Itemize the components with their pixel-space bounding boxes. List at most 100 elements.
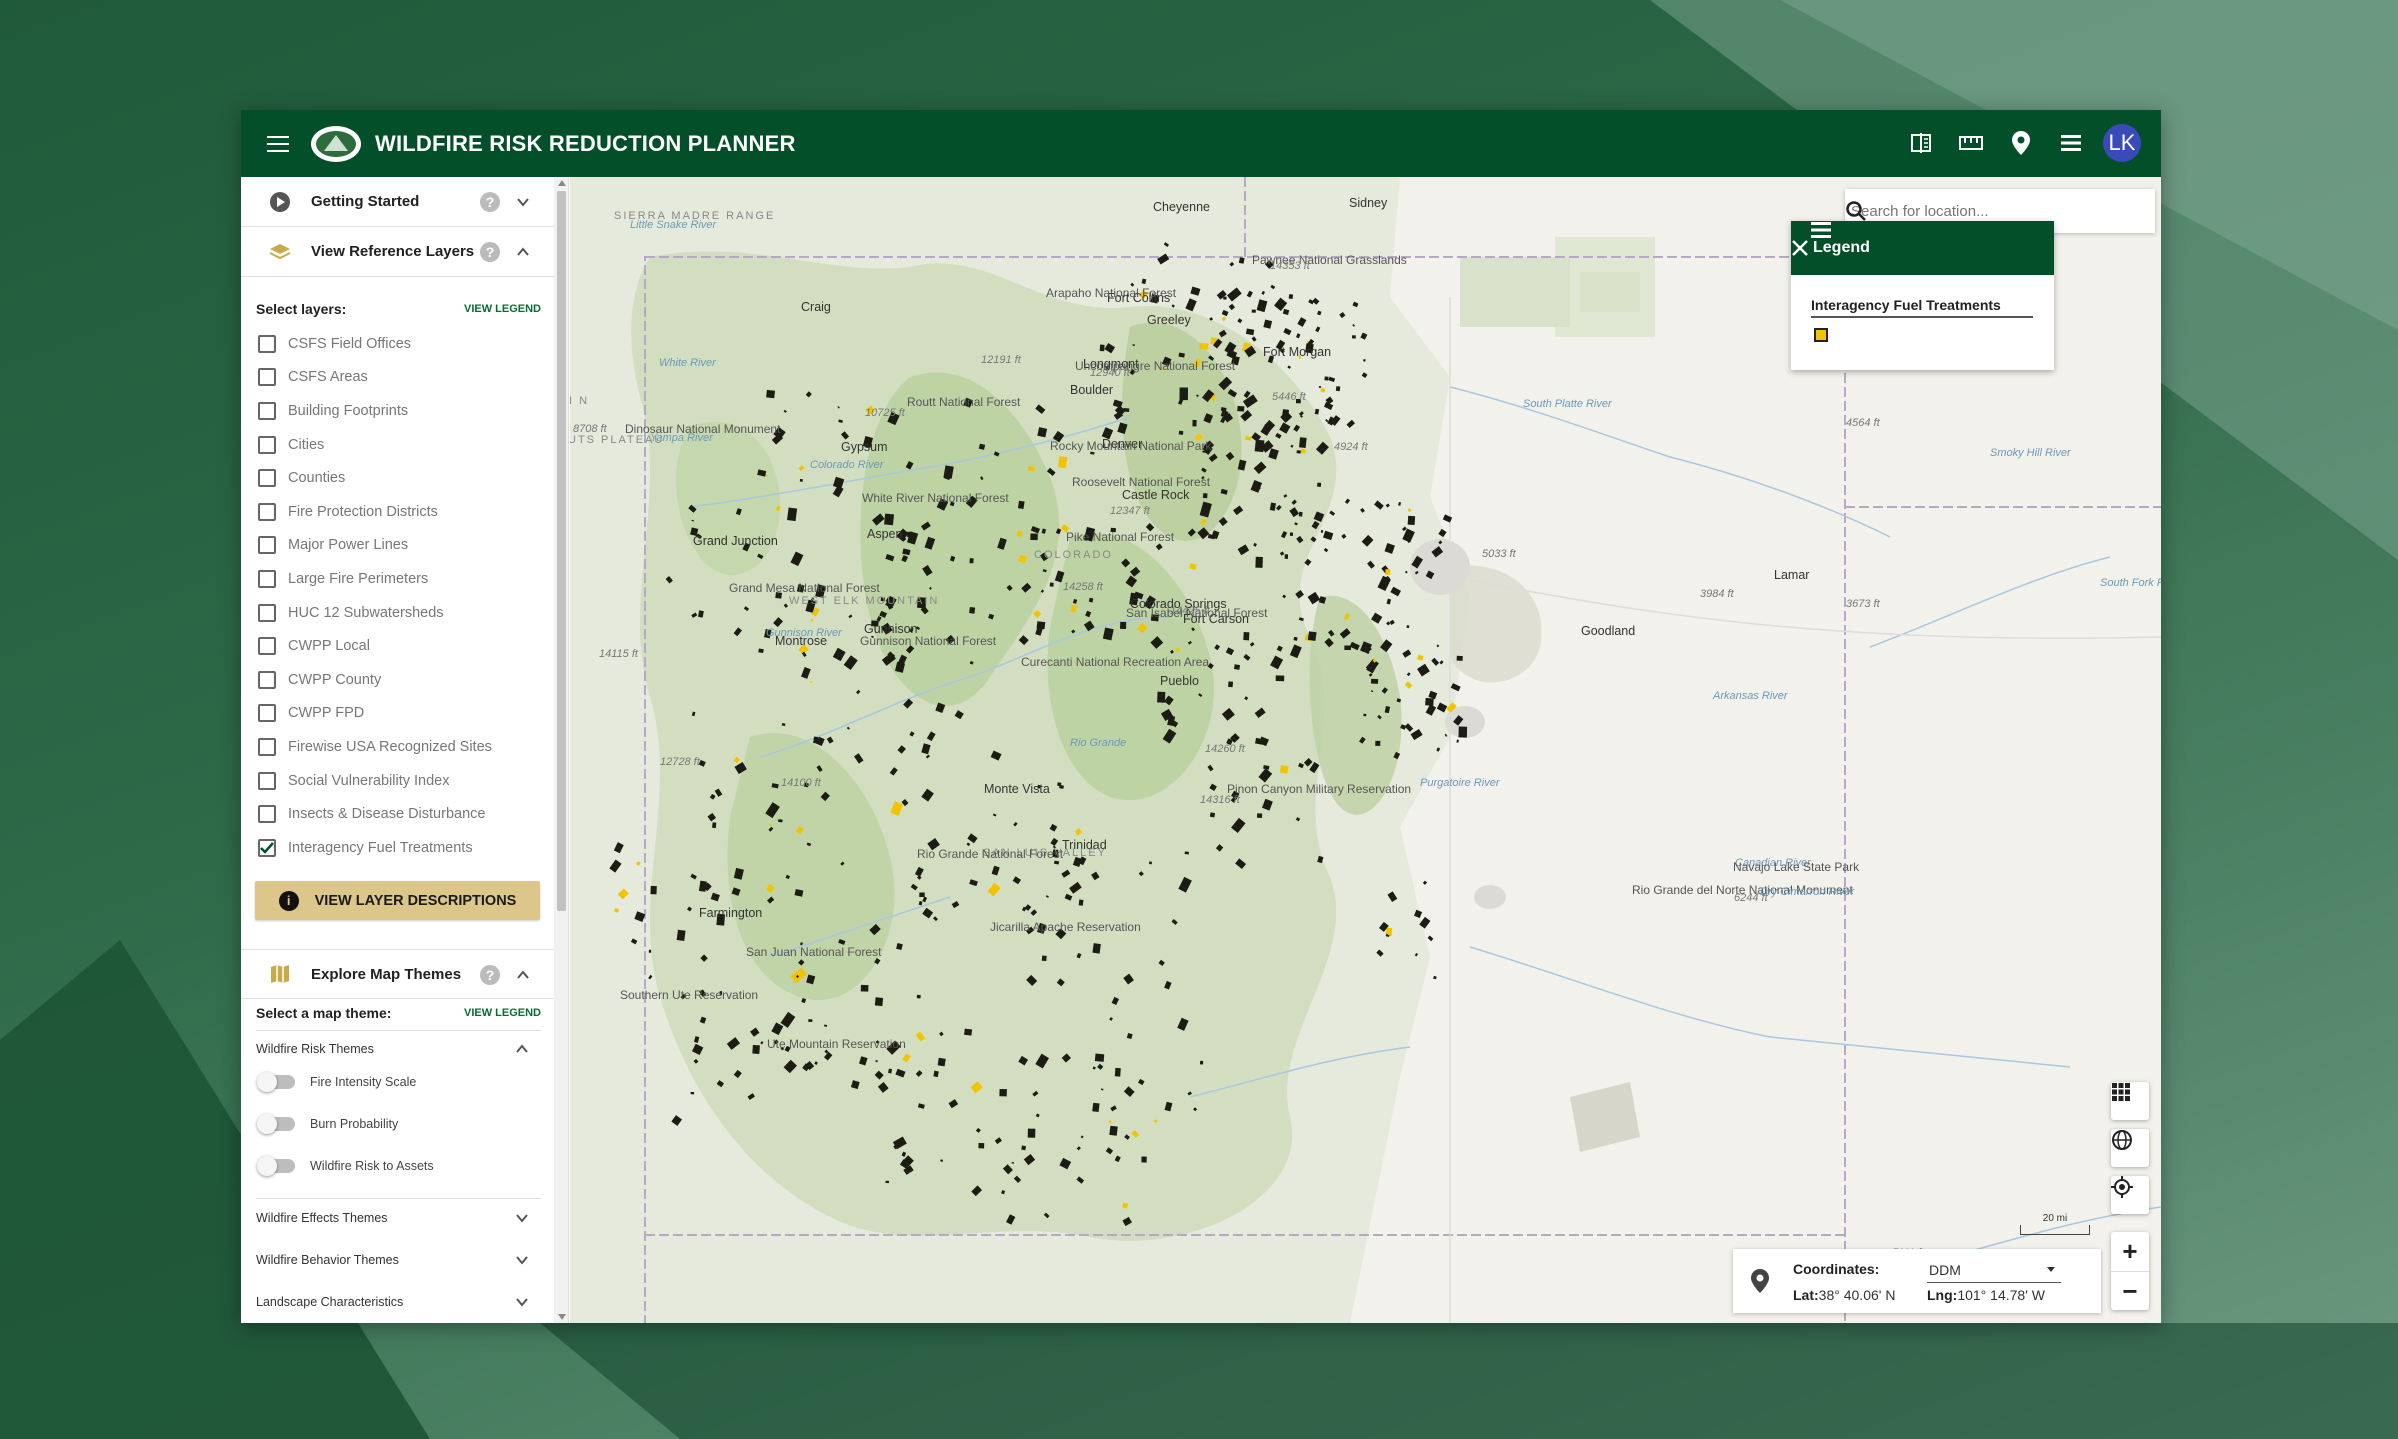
view-legend-link[interactable]: VIEW LEGEND [464, 303, 541, 315]
layer-item[interactable]: CSFS Field Offices [256, 327, 546, 361]
layer-item[interactable]: Firewise USA Recognized Sites [256, 730, 546, 764]
layer-item[interactable]: CWPP Local [256, 629, 546, 663]
layer-item[interactable]: Cities [256, 428, 546, 462]
help-icon[interactable]: ? [480, 965, 500, 985]
fuel-treatment-polygon [1385, 569, 1391, 575]
fuel-treatment-polygon [937, 1057, 946, 1067]
fuel-treatment-polygon [1275, 675, 1285, 682]
map-label: 12940 ft [1090, 367, 1130, 379]
checkbox[interactable] [258, 435, 276, 454]
sidebar-scrollbar[interactable] [554, 177, 568, 1323]
map-label: Navajo Lake State Park [1733, 860, 1860, 874]
select-layers-label: Select layers: [256, 301, 347, 317]
fuel-treatment-polygon [1407, 515, 1416, 526]
view-legend-link[interactable]: VIEW LEGEND [464, 1007, 541, 1019]
fuel-treatment-polygon [1228, 681, 1234, 688]
fuel-treatment-polygon [1021, 1145, 1027, 1151]
checkbox[interactable] [258, 502, 276, 521]
fuel-treatment-polygon [1054, 860, 1060, 865]
theme-group-wildfire-behavior[interactable]: Wildfire Behavior Themes [256, 1253, 541, 1267]
user-avatar[interactable]: LK [2103, 124, 2141, 162]
checkbox[interactable] [258, 603, 276, 622]
checkbox[interactable] [258, 637, 276, 656]
theme-group-wildfire-risk[interactable]: Wildfire Risk Themes [256, 1042, 541, 1056]
layers-list-icon[interactable] [2059, 131, 2083, 155]
chevron-up-icon[interactable] [516, 968, 530, 982]
help-icon[interactable]: ? [480, 192, 500, 212]
coordinate-format-value: DDM [1929, 1261, 1961, 1278]
map-label: 3673 ft [1846, 598, 1880, 610]
basemap-grid-button[interactable] [2111, 1082, 2149, 1120]
toggle-switch[interactable] [257, 1114, 295, 1134]
section-reference-layers[interactable]: View Reference Layers ? [241, 227, 554, 277]
fuel-treatment-polygon [1351, 335, 1356, 339]
my-location-button[interactable] [2111, 1176, 2149, 1214]
layer-item[interactable]: Building Footprints [256, 394, 546, 428]
checkbox[interactable] [258, 771, 276, 790]
fuel-treatment-polygon [781, 723, 786, 726]
toggle-wildfire-risk-assets[interactable]: Wildfire Risk to Assets [257, 1156, 434, 1176]
layer-item[interactable]: HUC 12 Subwatersheds [256, 596, 546, 630]
layer-item[interactable]: CSFS Areas [256, 361, 546, 395]
map-label: Jicarilla Apache Reservation [990, 920, 1141, 934]
section-map-themes[interactable]: Explore Map Themes ? [241, 949, 554, 999]
view-layer-descriptions-button[interactable]: i VIEW LAYER DESCRIPTIONS [255, 881, 540, 920]
map-label: Aspen [867, 527, 903, 541]
close-icon[interactable] [1791, 239, 1809, 257]
fuel-treatment-polygon [1027, 1128, 1036, 1138]
checkbox[interactable] [258, 368, 276, 387]
menu-icon[interactable] [267, 135, 289, 152]
layer-item[interactable]: Counties [256, 461, 546, 495]
checkbox[interactable] [258, 704, 276, 723]
layer-item[interactable]: Interagency Fuel Treatments [256, 831, 546, 865]
section-getting-started[interactable]: Getting Started ? [241, 177, 554, 227]
fuel-treatment-polygon [1178, 430, 1184, 435]
zoom-out-button[interactable]: − [2111, 1271, 2149, 1310]
globe-button[interactable] [2111, 1129, 2149, 1167]
latitude-readout: Lat:38° 40.06' N [1793, 1287, 1895, 1303]
fuel-treatment-polygon [969, 558, 974, 564]
fuel-treatment-polygon [1243, 632, 1250, 641]
chevron-up-icon[interactable] [516, 245, 530, 259]
ruler-icon[interactable] [1959, 131, 1983, 155]
checkbox[interactable] [258, 401, 276, 420]
layer-item[interactable]: Social Vulnerability Index [256, 764, 546, 798]
chevron-down-icon[interactable] [516, 195, 530, 209]
legend-body: Interagency Fuel Treatments [1791, 275, 2054, 364]
layer-item[interactable]: Large Fire Perimeters [256, 562, 546, 596]
layer-item[interactable]: Fire Protection Districts [256, 495, 546, 529]
search-icon[interactable] [1845, 200, 1867, 222]
checkbox[interactable] [258, 469, 276, 488]
theme-group-label: Wildfire Risk Themes [256, 1042, 374, 1056]
layer-item[interactable]: Major Power Lines [256, 529, 546, 563]
help-icon[interactable]: ? [480, 242, 500, 262]
theme-group-wildfire-effects[interactable]: Wildfire Effects Themes [256, 1211, 541, 1225]
zoom-in-button[interactable]: + [2111, 1232, 2149, 1271]
toggle-fire-intensity[interactable]: Fire Intensity Scale [257, 1072, 416, 1092]
layer-item[interactable]: CWPP County [256, 663, 546, 697]
compare-icon[interactable] [1909, 131, 1933, 155]
checkbox[interactable] [258, 569, 276, 588]
checkbox-checked[interactable] [258, 838, 276, 857]
toggle-switch[interactable] [257, 1072, 295, 1092]
checkbox[interactable] [258, 334, 276, 353]
toggle-switch[interactable] [257, 1156, 295, 1176]
theme-group-landscape[interactable]: Landscape Characteristics [256, 1295, 541, 1309]
coordinate-format-select[interactable]: DDM [1927, 1257, 2061, 1283]
toggle-burn-probability[interactable]: Burn Probability [257, 1114, 398, 1134]
fuel-treatment-polygon [808, 1019, 813, 1023]
checkbox[interactable] [258, 670, 276, 689]
checkbox[interactable] [258, 805, 276, 824]
layer-label: CSFS Field Offices [288, 335, 412, 352]
search-input[interactable] [1851, 202, 2111, 220]
fuel-treatment-polygon [874, 997, 884, 1007]
fuel-treatment-polygon [999, 1088, 1007, 1097]
checkbox[interactable] [258, 737, 276, 756]
layer-item[interactable]: CWPP FPD [256, 697, 546, 731]
location-pin-icon[interactable] [2009, 131, 2033, 155]
checkbox[interactable] [258, 536, 276, 555]
map-canvas[interactable]: Cheyenne Fort Collins Greeley Longmont Bould… [570, 177, 2161, 1323]
layer-item[interactable]: Insects & Disease Disturbance [256, 797, 546, 831]
fuel-treatment-polygon [1123, 408, 1130, 412]
fuel-treatment-polygon [1122, 1202, 1128, 1209]
